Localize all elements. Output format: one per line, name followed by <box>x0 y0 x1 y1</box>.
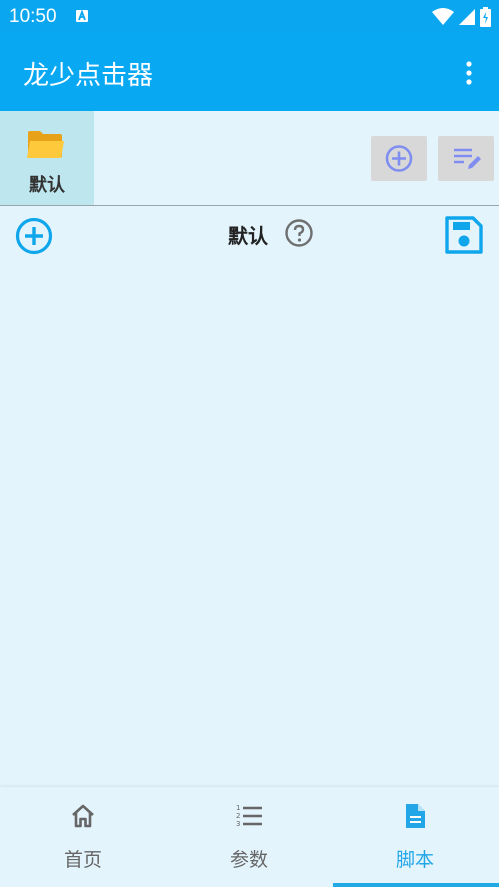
script-header: 默认 <box>0 206 499 262</box>
battery-icon <box>480 7 491 27</box>
save-icon[interactable] <box>444 215 484 255</box>
folder-bar: 默认 <box>0 111 499 206</box>
folder-icon <box>27 131 64 158</box>
numbered-list-icon: 1 2 3 <box>236 804 262 828</box>
folder-tab-default[interactable]: 默认 <box>0 111 94 205</box>
more-menu-icon[interactable] <box>457 59 481 87</box>
app-title: 龙少点击器 <box>23 61 154 91</box>
add-folder-button[interactable] <box>371 136 427 181</box>
svg-text:1: 1 <box>236 804 240 812</box>
edit-list-icon <box>454 148 481 169</box>
add-script-icon[interactable] <box>14 216 54 256</box>
nav-params-label: 参数 <box>229 849 268 871</box>
home-icon <box>72 804 94 828</box>
nav-params[interactable]: 1 2 3 参数 <box>166 787 332 887</box>
nav-home[interactable]: 首页 <box>0 787 166 887</box>
edit-folder-button[interactable] <box>438 136 494 181</box>
svg-text:3: 3 <box>236 820 240 828</box>
help-icon[interactable] <box>284 218 314 248</box>
wifi-icon <box>432 8 454 25</box>
signal-icon <box>459 9 475 25</box>
status-time: 10:50 <box>9 6 57 27</box>
add-circle-icon <box>385 145 413 172</box>
app-bar: 龙少点击器 <box>0 33 499 111</box>
bottom-nav: 首页 1 2 3 参数 脚本 <box>0 787 499 887</box>
script-title: 默认 <box>228 224 268 248</box>
status-bar: 10:50 <box>0 0 499 33</box>
nav-active-indicator <box>333 883 499 887</box>
nav-script-label: 脚本 <box>395 849 434 871</box>
nav-home-label: 首页 <box>63 849 102 871</box>
svg-text:2: 2 <box>236 812 240 820</box>
document-icon <box>406 804 425 828</box>
folder-label: 默认 <box>29 175 65 196</box>
nav-script[interactable]: 脚本 <box>332 787 498 887</box>
notification-a-icon <box>76 9 88 22</box>
